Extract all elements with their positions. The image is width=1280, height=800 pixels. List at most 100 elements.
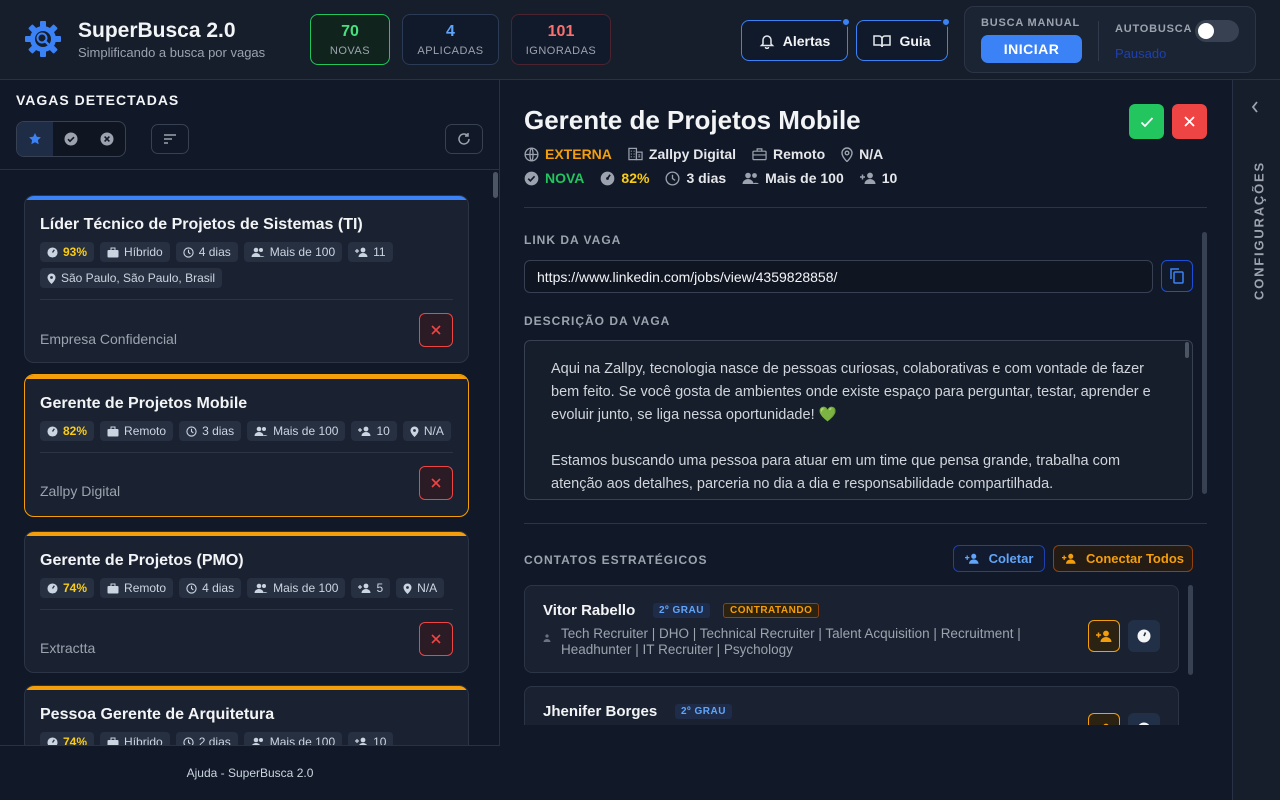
- chevron-left-icon[interactable]: [1250, 100, 1260, 114]
- job-applicants: Mais de 100: [765, 170, 844, 186]
- person-add-icon: [1096, 723, 1112, 725]
- manual-search-label: BUSCA MANUAL: [981, 17, 1081, 29]
- age-meta: 3 dias: [665, 170, 726, 186]
- search-control-panel: BUSCA MANUAL INICIAR AUTOBUSCA Pausado: [964, 6, 1256, 73]
- help-footer[interactable]: Ajuda - SuperBusca 2.0: [0, 745, 500, 800]
- collect-label: Coletar: [988, 551, 1034, 566]
- alerts-button[interactable]: Alertas: [741, 17, 851, 61]
- contacts-scrollbar[interactable]: [1188, 585, 1193, 675]
- check-circle-icon: [524, 171, 539, 186]
- pin-icon: [403, 583, 412, 594]
- card-accent-bar: [25, 196, 468, 200]
- group-icon: [254, 583, 268, 593]
- contact-card[interactable]: Jhenifer Borges 2º GRAU: [524, 686, 1179, 725]
- apply-button[interactable]: [1129, 104, 1164, 139]
- job-list[interactable]: Líder Técnico de Projetos de Sistemas (T…: [0, 170, 500, 745]
- job-card[interactable]: Pessoa Gerente de Arquitetura 74% Híbrid…: [24, 685, 469, 745]
- check-icon: [1140, 116, 1154, 128]
- location: N/A: [423, 424, 444, 438]
- job-list-scrollbar[interactable]: [493, 172, 498, 198]
- start-button[interactable]: INICIAR: [981, 35, 1082, 63]
- location: São Paulo, São Paulo, Brasil: [61, 271, 216, 285]
- filter-applied[interactable]: [53, 122, 89, 156]
- job-detail-panel: Gerente de Projetos Mobile EXTERNA Zallp…: [500, 80, 1232, 800]
- view-profile-button[interactable]: [1128, 620, 1160, 652]
- connect-all-button[interactable]: Conectar Todos: [1053, 545, 1193, 572]
- age-chip: 2 dias: [175, 732, 238, 745]
- card-accent-bar: [25, 375, 468, 379]
- job-link-field[interactable]: https://www.linkedin.com/jobs/view/43598…: [524, 260, 1153, 293]
- description-scrollbar[interactable]: [1185, 342, 1189, 358]
- applicants-chip: Mais de 100: [247, 421, 346, 441]
- refresh-button[interactable]: [445, 124, 483, 154]
- job-mode: Remoto: [773, 146, 826, 162]
- contacts-list[interactable]: Vitor Rabello 2º GRAU CONTRATANDO Tech R…: [524, 585, 1194, 725]
- collect-contacts-button[interactable]: Coletar: [953, 545, 1045, 572]
- toggle-knob: [1198, 23, 1214, 39]
- contact-card[interactable]: Vitor Rabello 2º GRAU CONTRATANDO Tech R…: [524, 585, 1179, 673]
- job-list-panel: VAGAS DETECTADAS Líder Técnico de Projet…: [0, 80, 500, 800]
- group-icon: [254, 426, 268, 436]
- person-add-icon: [355, 247, 368, 257]
- group-icon: [742, 172, 760, 184]
- source-meta: EXTERNA: [524, 146, 612, 162]
- stat-applied-label: APLICADAS: [417, 45, 484, 57]
- view-profile-button[interactable]: [1128, 713, 1160, 725]
- score-value: 82%: [63, 424, 88, 438]
- autosearch-toggle[interactable]: [1195, 20, 1239, 42]
- status-filter-group: [16, 121, 126, 157]
- connect-contact-button[interactable]: [1088, 620, 1120, 652]
- job-card-selected[interactable]: Gerente de Projetos Mobile 82% Remoto 3 …: [24, 374, 469, 517]
- job-score: 82%: [621, 170, 650, 186]
- job-card[interactable]: Gerente de Projetos (PMO) 74% Remoto 4 d…: [24, 531, 469, 673]
- posted-age: 4 dias: [202, 581, 235, 595]
- stat-new-label: NOVAS: [329, 45, 371, 57]
- job-description[interactable]: Aqui na Zallpy, tecnologia nasce de pess…: [524, 340, 1193, 500]
- job-card-title: Gerente de Projetos (PMO): [40, 552, 244, 569]
- group-icon: [251, 737, 265, 745]
- stat-new-value: 70: [341, 23, 359, 40]
- contact-name: Jhenifer Borges: [543, 703, 658, 720]
- job-link-value: https://www.linkedin.com/jobs/view/43598…: [537, 268, 838, 285]
- ignore-button[interactable]: [1172, 104, 1207, 139]
- filter-new[interactable]: [17, 122, 53, 156]
- compass-icon: [1137, 722, 1151, 725]
- detail-scrollbar[interactable]: [1202, 232, 1207, 494]
- hiring-badge: CONTRATANDO: [723, 603, 820, 618]
- clock-icon: [186, 425, 197, 437]
- sort-button[interactable]: [151, 124, 189, 154]
- score-value: 93%: [63, 245, 88, 259]
- score-meta: 82%: [600, 170, 649, 186]
- gauge-icon: [47, 425, 58, 437]
- work-mode: Remoto: [124, 424, 167, 438]
- card-divider: [40, 452, 453, 453]
- guide-button[interactable]: Guia: [856, 17, 951, 61]
- job-card-meta: 82% Remoto 3 dias Mais de 100 10 N/A: [40, 421, 460, 441]
- copy-icon: [1170, 268, 1184, 284]
- contacts-section-label: CONTATOS ESTRATÉGICOS: [524, 553, 708, 567]
- stat-ignored[interactable]: 101 IGNORADAS: [511, 14, 611, 65]
- settings-rail[interactable]: CONFIGURAÇÕES: [1232, 80, 1280, 800]
- person-add-icon: [358, 583, 371, 593]
- copy-link-button[interactable]: [1161, 260, 1193, 292]
- ignore-job-button[interactable]: [419, 622, 453, 656]
- work-mode: Híbrido: [124, 735, 163, 745]
- score-chip: 82%: [40, 421, 95, 441]
- ignore-job-button[interactable]: [419, 466, 453, 500]
- person-add-icon: [859, 172, 876, 184]
- location-chip: N/A: [402, 421, 451, 441]
- card-divider: [40, 299, 453, 300]
- ignore-job-button[interactable]: [419, 313, 453, 347]
- guide-notification-dot: [941, 17, 951, 27]
- stat-new[interactable]: 70 NOVAS: [310, 14, 390, 65]
- detail-divider: [524, 523, 1207, 524]
- connect-contact-button[interactable]: [1088, 713, 1120, 725]
- filter-ignored[interactable]: [89, 122, 125, 156]
- job-meta-row-2: NOVA 82% 3 dias Mais de 100 10: [524, 170, 897, 186]
- clock-icon: [186, 582, 197, 594]
- settings-label[interactable]: CONFIGURAÇÕES: [1252, 156, 1267, 306]
- job-card[interactable]: Líder Técnico de Projetos de Sistemas (T…: [24, 195, 469, 363]
- job-card-title: Pessoa Gerente de Arquitetura: [40, 706, 275, 723]
- job-meta-row-1: EXTERNA Zallpy Digital Remoto N/A: [524, 146, 883, 162]
- stat-applied[interactable]: 4 APLICADAS: [402, 14, 499, 65]
